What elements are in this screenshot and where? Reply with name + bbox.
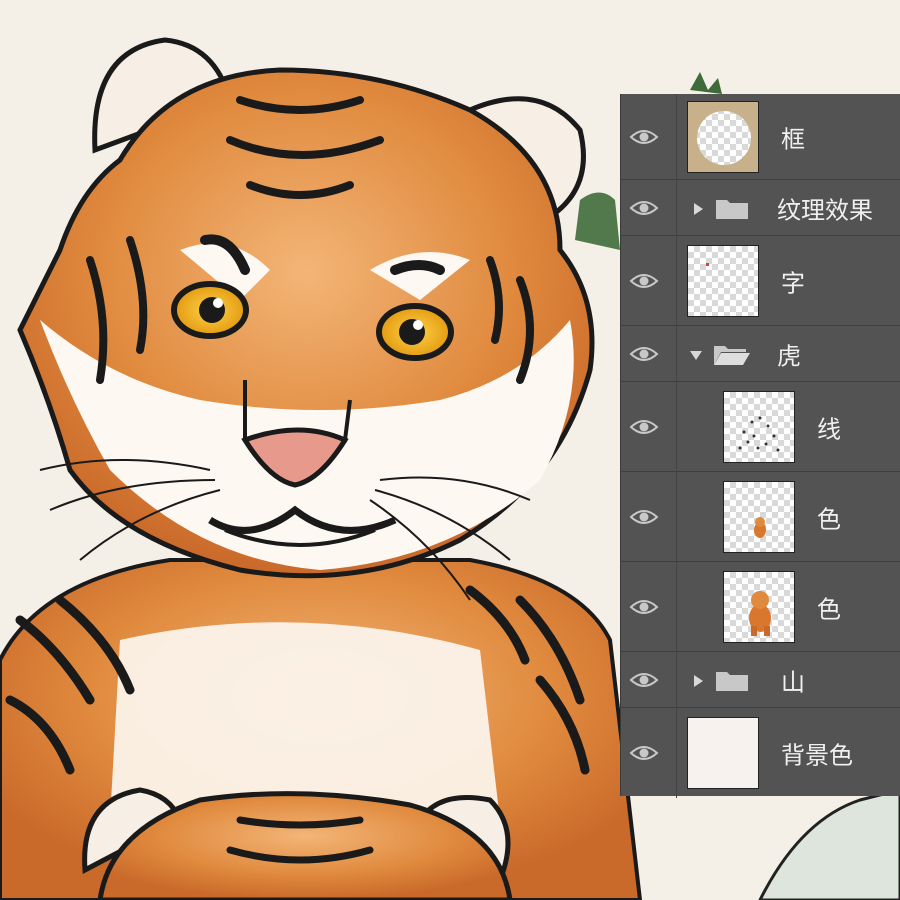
layer-group-tiger[interactable]: 虎 <box>621 326 900 382</box>
visibility-eye-icon[interactable] <box>629 744 659 762</box>
linework-thumbnail <box>723 390 795 463</box>
layer-row-lines[interactable]: 线 <box>621 382 900 472</box>
expand-arrow-icon[interactable] <box>691 673 705 687</box>
visibility-eye-icon[interactable] <box>629 345 659 363</box>
layer-name: 色 <box>817 595 841 623</box>
layer-name: 框 <box>781 125 805 153</box>
grass-tuft <box>575 192 620 250</box>
layer-row-color-1[interactable]: 色 <box>621 472 900 562</box>
small-tiger-thumbnail <box>723 480 795 553</box>
visibility-eye-icon[interactable] <box>629 128 659 146</box>
frame-thumbnail <box>687 100 759 173</box>
layer-row-text[interactable]: 字 <box>621 236 900 326</box>
layer-name: 字 <box>781 269 805 297</box>
layer-name: 山 <box>781 668 805 696</box>
open-folder-icon <box>713 342 750 366</box>
folder-icon <box>715 196 749 220</box>
expand-arrow-icon[interactable] <box>691 201 705 215</box>
visibility-eye-icon[interactable] <box>629 598 659 616</box>
layer-name: 色 <box>817 505 841 533</box>
collapse-arrow-icon[interactable] <box>689 347 703 361</box>
layer-name: 虎 <box>777 342 801 370</box>
visibility-eye-icon[interactable] <box>629 272 659 290</box>
layer-group-texture-effect[interactable]: 纹理效果 <box>621 180 900 236</box>
visibility-eye-icon[interactable] <box>629 199 659 217</box>
background-thumbnail <box>687 717 759 789</box>
layer-name: 线 <box>817 415 841 443</box>
visibility-eye-icon[interactable] <box>629 418 659 436</box>
visibility-eye-icon[interactable] <box>629 508 659 526</box>
layer-row-color-2[interactable]: 色 <box>621 562 900 652</box>
layer-group-mountain[interactable]: 山 <box>621 652 900 708</box>
layer-name: 背景色 <box>781 741 853 770</box>
tiger-color-thumbnail <box>723 570 795 643</box>
small-tiger-head <box>82 787 513 900</box>
layers-panel: 框 纹理效果 字 虎 线 色 色 山 背景色 <box>620 94 900 798</box>
layer-row-frame[interactable]: 框 <box>621 94 900 180</box>
folder-icon <box>715 668 749 692</box>
layer-row-background[interactable]: 背景色 <box>621 708 900 798</box>
transparent-thumbnail <box>687 244 759 317</box>
visibility-eye-icon[interactable] <box>629 671 659 689</box>
layer-name: 纹理效果 <box>777 196 873 224</box>
